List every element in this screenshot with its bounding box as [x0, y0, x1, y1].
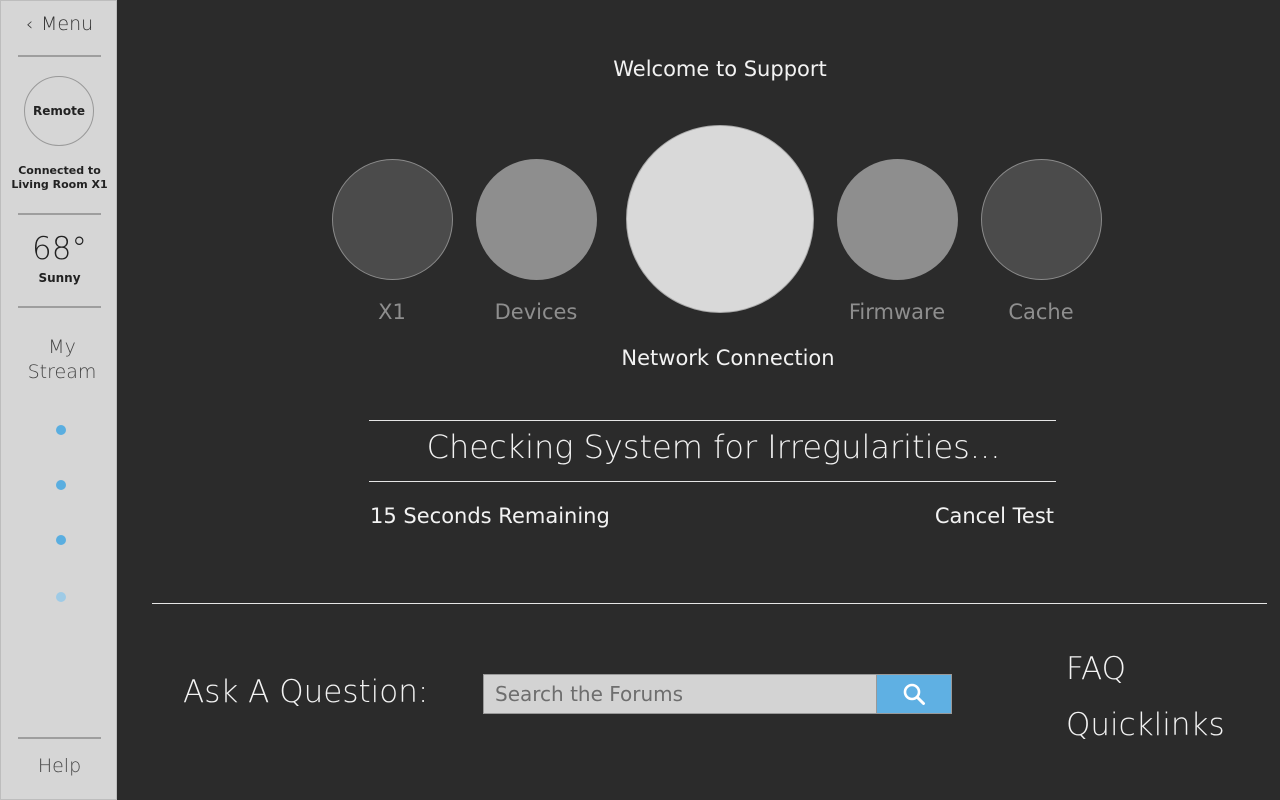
- step-cache-circle[interactable]: [981, 159, 1102, 280]
- step-firmware-circle[interactable]: [837, 159, 958, 280]
- sidebar: ‹ Menu Remote Connected to Living Room X1…: [0, 0, 117, 800]
- quicklinks-link[interactable]: Quicklinks: [1066, 707, 1225, 743]
- cancel-test-button[interactable]: Cancel Test: [935, 504, 1054, 528]
- faq-link[interactable]: FAQ: [1066, 651, 1126, 687]
- step-x1-label[interactable]: X1: [312, 300, 472, 324]
- remote-button[interactable]: Remote: [24, 76, 94, 146]
- step-devices-label[interactable]: Devices: [456, 300, 616, 324]
- temperature: 68°: [32, 231, 87, 267]
- step-network-label: Network Connection: [621, 346, 835, 370]
- step-firmware-label[interactable]: Firmware: [817, 300, 977, 324]
- stream-line-1: My: [48, 336, 76, 358]
- sidebar-divider: [18, 306, 101, 308]
- stream-dot[interactable]: [56, 480, 66, 490]
- search-icon: [903, 683, 925, 705]
- step-network-circle[interactable]: [626, 125, 814, 313]
- sidebar-divider: [18, 213, 101, 215]
- sidebar-divider: [18, 55, 101, 57]
- status-message: Checking System for Irregularities...: [426, 428, 1001, 466]
- divider: [369, 481, 1056, 482]
- my-stream-link[interactable]: My Stream: [1, 335, 123, 385]
- weather-condition: Sunny: [38, 271, 81, 285]
- search-button[interactable]: [876, 674, 952, 714]
- stream-dot[interactable]: [56, 535, 66, 545]
- step-x1-circle[interactable]: [332, 159, 453, 280]
- stream-line-2: Stream: [27, 361, 97, 383]
- chevron-left-icon: ‹: [25, 14, 34, 35]
- page-title: Welcome to Support: [613, 57, 827, 81]
- divider: [369, 420, 1056, 421]
- sidebar-divider: [18, 737, 101, 739]
- menu-label: Menu: [41, 13, 94, 35]
- connection-status: Connected to Living Room X1: [1, 164, 118, 192]
- step-devices-circle[interactable]: [476, 159, 597, 280]
- stream-dot[interactable]: [56, 592, 66, 602]
- time-remaining: 15 Seconds Remaining: [370, 504, 610, 528]
- connection-line-1: Connected to: [18, 164, 101, 177]
- step-cache-label[interactable]: Cache: [961, 300, 1121, 324]
- section-divider: [152, 603, 1267, 604]
- ask-question-label: Ask A Question:: [183, 674, 429, 710]
- stream-dot[interactable]: [56, 425, 66, 435]
- menu-button[interactable]: ‹ Menu: [1, 13, 118, 35]
- forum-search-input[interactable]: [483, 674, 877, 714]
- help-link[interactable]: Help: [1, 755, 118, 777]
- connection-line-2: Living Room X1: [11, 178, 108, 191]
- remote-label: Remote: [32, 104, 85, 118]
